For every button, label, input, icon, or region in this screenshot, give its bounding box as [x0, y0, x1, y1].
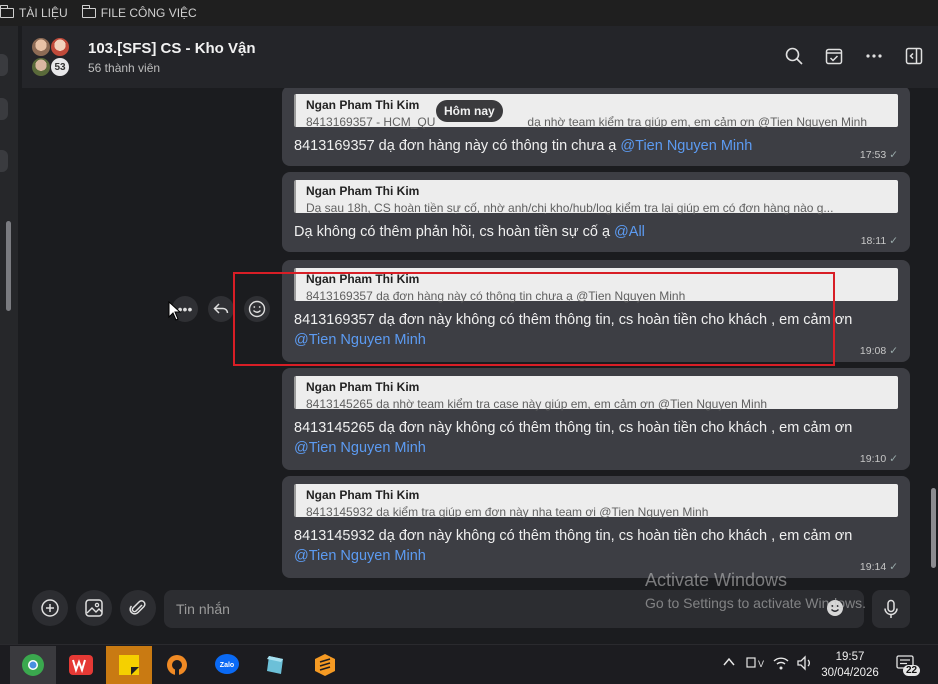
message-list[interactable]: Ngan Pham Thi Kim 8413169357 - HCM_QU dạ … [22, 88, 938, 580]
search-icon[interactable] [784, 46, 804, 66]
taskbar-app-orange-icon[interactable] [154, 646, 200, 684]
clock-time: 19:57 [835, 651, 865, 663]
attachment-icon[interactable] [120, 590, 156, 626]
folder-icon [81, 5, 96, 18]
add-icon[interactable] [32, 590, 68, 626]
bookmark-file-cong-viec[interactable]: FILE CÔNG VIỆC [81, 5, 197, 20]
highlight-box [233, 272, 835, 366]
list-item-edge[interactable] [0, 54, 8, 76]
scrollbar-thumb[interactable] [931, 488, 936, 568]
quote-sender: Ngan Pham Thi Kim [306, 98, 420, 112]
message-bubble[interactable]: Ngan Pham Thi Kim 8413169357 - HCM_QU dạ … [282, 88, 910, 166]
taskbar-app-notes-icon[interactable] [252, 646, 298, 684]
bookmark-label: TÀI LIỆU [19, 6, 68, 20]
quote-text: Dạ sau 18h, CS hoàn tiền sự cố, nhờ anh/… [306, 201, 834, 215]
chat-header: 53 103.[SFS] CS - Kho Vận 56 thành viên [22, 26, 938, 88]
taskbar-app-zalo-icon[interactable]: Zalo [204, 646, 250, 684]
sent-check-icon: ✓ [889, 453, 898, 465]
taskbar-app-sublime-icon[interactable] [302, 646, 348, 684]
mention-link[interactable]: @All [614, 224, 645, 240]
calendar-check-icon[interactable] [824, 46, 844, 66]
message-bubble[interactable]: Ngan Pham Thi Kim 8413145932 dạ kiểm tra… [282, 476, 910, 578]
avatar-count: 53 [50, 57, 70, 77]
conversation-list-edge [0, 26, 18, 644]
system-clock[interactable]: 19:57 30/04/2026 [818, 649, 882, 681]
activation-watermark: Activate Windows Go to Settings to activ… [645, 570, 866, 611]
quoted-message[interactable]: Ngan Pham Thi Kim 8413145932 dạ kiểm tra… [294, 484, 898, 519]
mouse-cursor-icon [168, 301, 182, 321]
group-avatar[interactable]: 53 [31, 35, 75, 79]
quoted-message[interactable]: Ngan Pham Thi Kim 8413169357 - HCM_QU dạ … [294, 94, 898, 129]
image-icon[interactable] [76, 590, 112, 626]
message-text: 8413145932 dạ đơn này không có thêm thôn… [294, 528, 853, 564]
taskbar-app-chrome-icon[interactable] [10, 646, 56, 684]
message-text: 8413169357 dạ đơn hàng này có thông tin … [294, 138, 753, 154]
message-text: Dạ không có thêm phản hồi, cs hoàn tiền … [294, 224, 645, 240]
watermark-title: Activate Windows [645, 570, 788, 590]
scrollbar-thumb[interactable] [6, 221, 11, 311]
language-icon[interactable]: V [746, 655, 764, 674]
quoted-message[interactable]: Ngan Pham Thi Kim Dạ sau 18h, CS hoàn ti… [294, 180, 898, 215]
watermark-subtitle: Go to Settings to activate Windows. [645, 595, 866, 611]
list-item-edge[interactable] [0, 98, 8, 120]
sent-check-icon: ✓ [889, 149, 898, 161]
message-bubble[interactable]: Ngan Pham Thi Kim 8413145265 dạ nhờ team… [282, 368, 910, 470]
avatar [31, 57, 51, 77]
message-text: 8413145265 dạ đơn này không có thêm thôn… [294, 420, 853, 456]
quote-text: 8413169357 - HCM_QU dạ nhờ team kiểm tra … [306, 115, 868, 129]
taskbar: Zalo V 19:57 30/04/2026 22 [0, 644, 938, 684]
clock-date: 30/04/2026 [821, 667, 879, 679]
avatar [50, 37, 70, 57]
message-time: 19:10 ✓ [859, 453, 898, 465]
member-count[interactable]: 56 thành viên [88, 61, 256, 75]
group-name[interactable]: 103.[SFS] CS - Kho Vận [88, 40, 256, 57]
mention-link[interactable]: @Tien Nguyen Minh [294, 440, 426, 456]
quote-sender: Ngan Pham Thi Kim [306, 380, 420, 394]
microphone-icon[interactable] [872, 590, 910, 628]
folder-icon [0, 5, 14, 18]
wifi-icon[interactable] [772, 655, 790, 674]
list-item-edge[interactable] [0, 150, 8, 172]
sent-check-icon: ✓ [889, 561, 898, 573]
quoted-message[interactable]: Ngan Pham Thi Kim 8413145265 dạ nhờ team… [294, 376, 898, 411]
notification-badge: 22 [903, 665, 921, 676]
volume-icon[interactable] [796, 655, 814, 674]
sent-check-icon: ✓ [889, 235, 898, 247]
quote-sender: Ngan Pham Thi Kim [306, 184, 420, 198]
message-time: 17:53 ✓ [859, 149, 898, 161]
quote-sender: Ngan Pham Thi Kim [306, 488, 420, 502]
avatar [31, 37, 51, 57]
taskbar-app-wps-icon[interactable] [58, 646, 104, 684]
svg-text:V: V [758, 659, 764, 669]
mention-link[interactable]: @Tien Nguyen Minh [620, 138, 752, 154]
message-bubble[interactable]: Ngan Pham Thi Kim Dạ sau 18h, CS hoàn ti… [282, 172, 910, 252]
sent-check-icon: ✓ [889, 345, 898, 357]
sidebar-toggle-icon[interactable] [904, 46, 924, 66]
mention-link[interactable]: @Tien Nguyen Minh [294, 548, 426, 564]
more-icon[interactable] [864, 46, 884, 66]
message-time: 18:11 ✓ [860, 235, 898, 247]
reply-icon[interactable] [208, 296, 234, 322]
tray-expand-icon[interactable] [722, 655, 736, 672]
bookmarks-bar: TÀI LIỆU FILE CÔNG VIỆC [0, 0, 938, 26]
bookmark-tai-lieu[interactable]: TÀI LIỆU [0, 5, 68, 20]
message-time: 19:08 ✓ [859, 345, 898, 357]
bookmark-label: FILE CÔNG VIỆC [100, 6, 197, 20]
svg-text:Zalo: Zalo [220, 662, 234, 669]
taskbar-app-sticky-notes-icon[interactable] [106, 646, 152, 684]
date-separator: Hôm nay [436, 100, 503, 122]
